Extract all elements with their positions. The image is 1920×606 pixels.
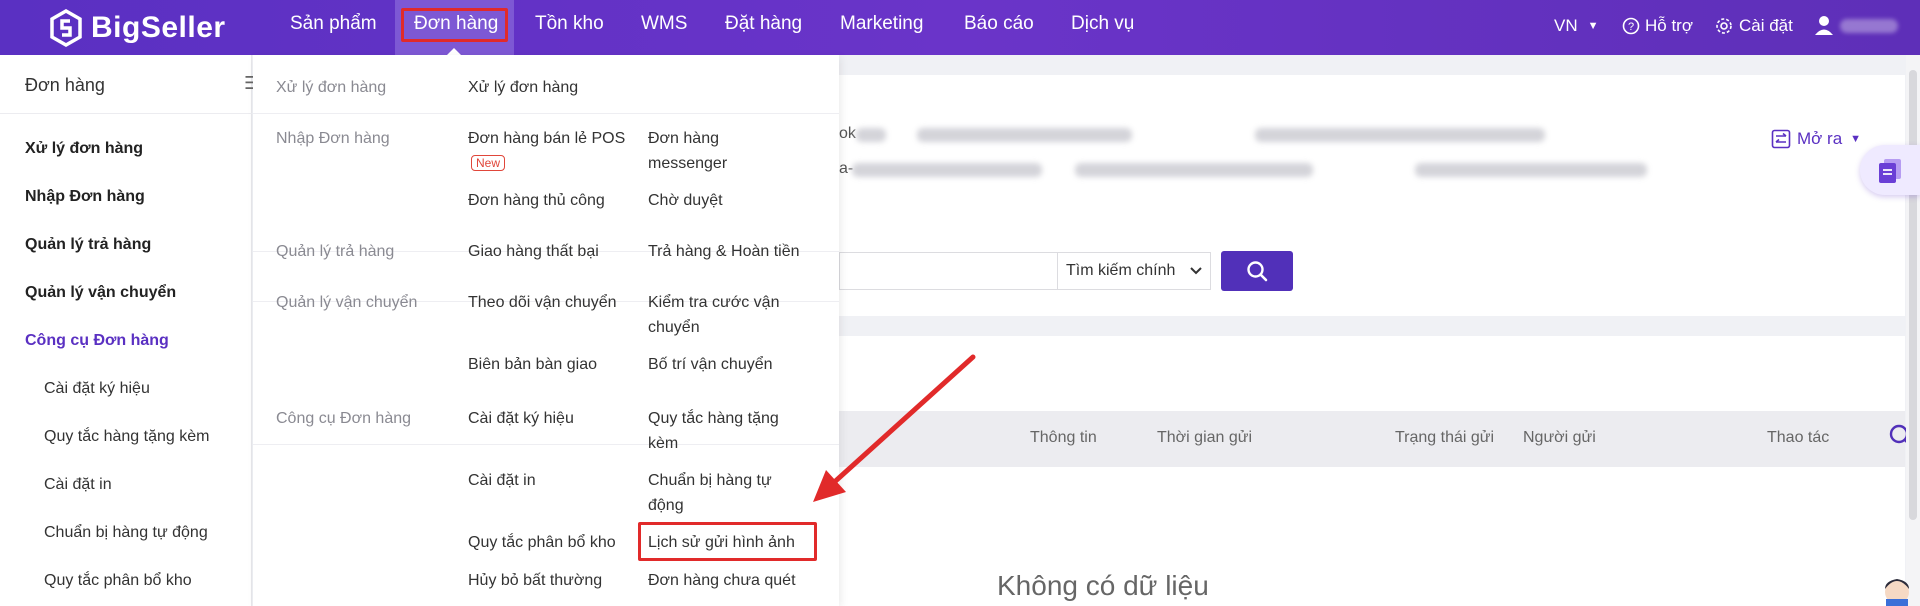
- annotation-arrow: [813, 354, 976, 502]
